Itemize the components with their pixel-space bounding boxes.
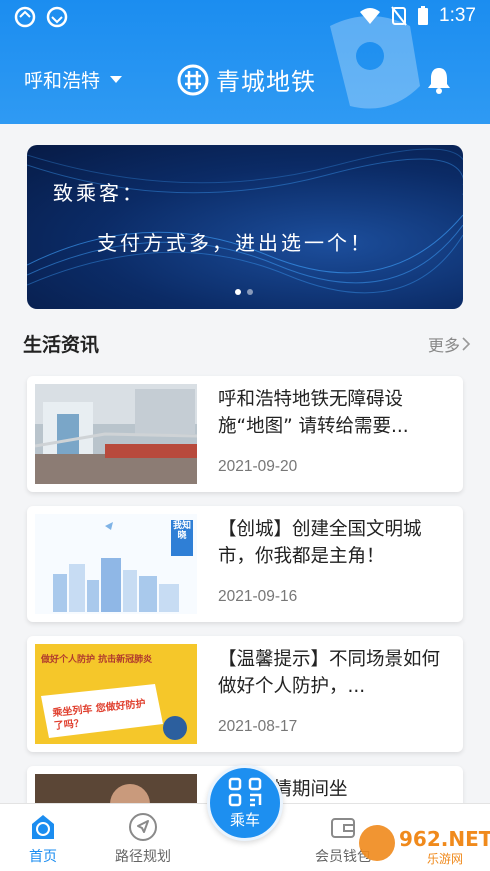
news-thumbnail-caption: 做好个人防护 抗击新冠肺炎	[41, 655, 153, 665]
chevron-down-icon	[110, 76, 123, 83]
brand-name: 青城地铁	[216, 68, 316, 96]
watermark-text: 962.NET	[399, 827, 490, 851]
banner-heading: 致乘客：	[53, 181, 145, 205]
nav-route-planning[interactable]: 路径规划	[98, 812, 188, 866]
chevron-right-icon	[462, 337, 471, 351]
watermark-logo: 962.NET 乐游网	[355, 818, 490, 868]
sync-icon	[46, 6, 68, 28]
promo-banner[interactable]: 致乘客： 支付方式多，进出选一个！	[27, 145, 463, 309]
nav-route-label: 路径规划	[115, 849, 171, 865]
carousel-dot[interactable]	[235, 289, 241, 295]
home-icon	[32, 815, 54, 839]
ride-button[interactable]: 乘车	[207, 765, 283, 841]
banner-message: 支付方式多，进出选一个！	[97, 231, 373, 255]
news-title: 【温馨提示】不同场景如何做好个人防护，...	[218, 649, 440, 697]
news-thumbnail-badge: 我知晓	[173, 521, 192, 541]
news-thumbnail: 我知晓	[35, 514, 197, 614]
city-label: 呼和浩特	[24, 70, 101, 92]
news-thumbnail	[35, 384, 197, 484]
news-title: 呼和浩特地铁无障碍设施“地图” 请转给需要...	[218, 389, 409, 437]
sync-icon	[14, 6, 36, 28]
nav-home-label: 首页	[29, 849, 57, 865]
news-date: 2021-09-16	[218, 588, 298, 605]
nav-home[interactable]: 首页	[0, 812, 88, 866]
carousel-indicator	[235, 289, 253, 295]
news-item[interactable]: 呼和浩特地铁无障碍设施“地图” 请转给需要... 2021-09-20	[27, 376, 463, 492]
bell-icon	[428, 68, 450, 94]
brand: 青城地铁	[176, 62, 316, 97]
city-selector[interactable]: 呼和浩特	[24, 66, 123, 93]
news-item[interactable]: 做好个人防护 抗击新冠肺炎 乘坐列车 您做好防护了吗？ 【温馨提示】不同场景如何…	[27, 636, 463, 752]
status-time: 1:37	[439, 5, 476, 26]
app-header: 1:37 呼和浩特 青城地铁	[0, 0, 490, 124]
news-date: 2021-08-17	[218, 718, 298, 735]
status-bar: 1:37	[0, 0, 490, 36]
carousel-dot[interactable]	[247, 289, 253, 295]
more-label: 更多	[427, 336, 460, 355]
news-item[interactable]: 我知晓 【创城】创建全国文明城市，你我都是主角！ 2021-09-16	[27, 506, 463, 622]
news-date: 2021-09-20	[218, 458, 298, 475]
wallet-icon	[331, 818, 355, 838]
more-link[interactable]: 更多	[428, 332, 472, 356]
no-sim-icon	[391, 6, 407, 26]
battery-icon	[418, 6, 429, 25]
section-title: 生活资讯	[23, 334, 100, 356]
navigation-arrow-icon	[129, 813, 157, 841]
app-bar: 呼和浩特 青城地铁	[0, 50, 490, 110]
ride-label: 乘车	[229, 810, 260, 829]
qr-code-icon	[228, 777, 262, 806]
wifi-icon	[360, 8, 381, 24]
watermark-subtext: 乐游网	[427, 852, 463, 866]
metro-logo-icon	[177, 64, 209, 95]
news-title: 【创城】创建全国文明城市，你我都是主角！	[218, 519, 422, 567]
news-thumbnail: 做好个人防护 抗击新冠肺炎 乘坐列车 您做好防护了吗？	[35, 644, 197, 744]
notification-button[interactable]	[424, 65, 454, 99]
